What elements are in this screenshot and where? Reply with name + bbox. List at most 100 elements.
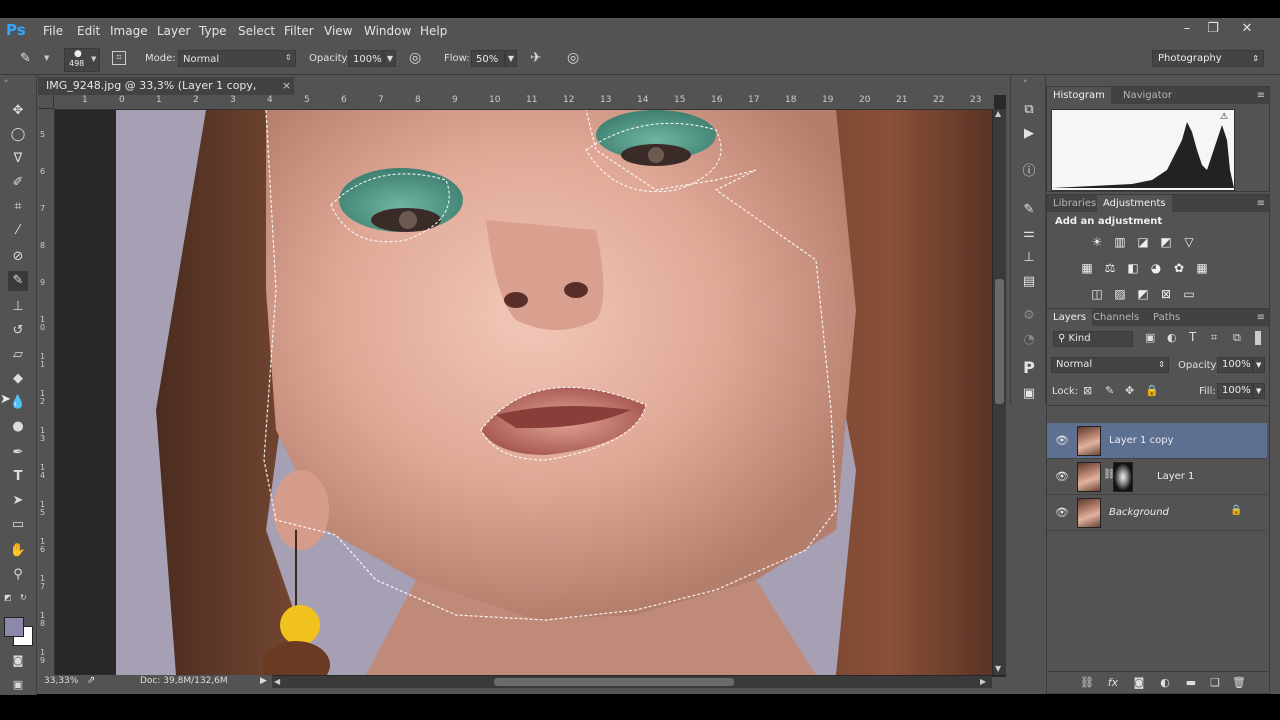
layer-opacity-chevron-icon[interactable]: ▼ bbox=[1253, 357, 1265, 373]
tab-adjustments[interactable]: Adjustments bbox=[1097, 195, 1172, 212]
brightness-contrast-icon[interactable]: ☀ bbox=[1089, 235, 1105, 249]
menu-layer[interactable]: Layer bbox=[157, 24, 190, 38]
hue-saturation-icon[interactable]: ▦ bbox=[1079, 261, 1095, 275]
horizontal-scroll-thumb[interactable] bbox=[494, 678, 734, 686]
selective-color-icon[interactable]: ⊠ bbox=[1158, 287, 1174, 301]
layer-row-layer-1[interactable]: 👁 ⛓ Layer 1 bbox=[1047, 459, 1267, 495]
pen-tool-icon[interactable]: ✒ bbox=[8, 443, 28, 463]
lasso-tool-icon[interactable]: ᐁ bbox=[8, 149, 28, 169]
threshold-icon[interactable]: ◩ bbox=[1135, 287, 1151, 301]
menu-image[interactable]: Image bbox=[110, 24, 148, 38]
filter-smart-object-icon[interactable]: ⧉ bbox=[1233, 331, 1241, 345]
visibility-eye-icon[interactable]: 👁 bbox=[1055, 506, 1069, 519]
tool-preset-chevron-icon[interactable]: ▼ bbox=[44, 54, 49, 62]
image-canvas[interactable] bbox=[116, 110, 992, 675]
ruler-origin[interactable] bbox=[38, 95, 54, 109]
brush-tool-active-icon[interactable]: ✎ bbox=[8, 271, 28, 291]
scroll-left-icon[interactable]: ◀ bbox=[274, 677, 280, 686]
levels-icon[interactable]: ▥ bbox=[1112, 235, 1128, 249]
paint-bucket-tool-icon[interactable]: ◆ bbox=[8, 369, 28, 389]
screen-mode-icon[interactable]: ▣ bbox=[8, 675, 28, 695]
lock-image-icon[interactable]: ✎ bbox=[1105, 384, 1114, 397]
flow-input[interactable]: 50% bbox=[471, 50, 505, 67]
menu-window[interactable]: Window bbox=[364, 24, 411, 38]
expand-arrows-icon[interactable]: « bbox=[1023, 77, 1027, 85]
menu-filter[interactable]: Filter bbox=[284, 24, 314, 38]
info-panel-icon[interactable]: ⓘ bbox=[1020, 163, 1038, 181]
layer-mask-thumbnail[interactable] bbox=[1113, 462, 1133, 492]
filter-pixel-icon[interactable]: ▣ bbox=[1145, 331, 1155, 344]
menu-help[interactable]: Help bbox=[420, 24, 447, 38]
channel-mixer-icon[interactable]: ✿ bbox=[1171, 261, 1187, 275]
layer-name[interactable]: Background bbox=[1109, 507, 1169, 518]
panel-menu-icon[interactable]: ≡ bbox=[1257, 198, 1265, 209]
gradient-map-icon[interactable]: ▭ bbox=[1181, 287, 1197, 301]
filter-adjustment-icon[interactable]: ◐ bbox=[1167, 331, 1177, 344]
type-tool-icon[interactable]: T bbox=[8, 467, 28, 487]
mode-select[interactable]: Normal bbox=[178, 50, 296, 67]
close-button[interactable]: ✕ bbox=[1236, 20, 1258, 38]
crop-tool-icon[interactable]: ⌗ bbox=[8, 197, 28, 217]
tool-presets-icon[interactable]: ▤ bbox=[1020, 273, 1038, 291]
menu-select[interactable]: Select bbox=[238, 24, 275, 38]
character-panel-icon[interactable]: ▣ bbox=[1020, 385, 1038, 403]
visibility-eye-icon[interactable]: 👁 bbox=[1055, 434, 1069, 447]
delete-layer-icon[interactable]: 🗑 bbox=[1230, 676, 1248, 690]
quick-mask-icon[interactable]: ◙ bbox=[8, 651, 28, 671]
tab-layers[interactable]: Layers bbox=[1047, 309, 1093, 326]
close-tab-icon[interactable]: × bbox=[282, 77, 291, 95]
zoom-level[interactable]: 33,33% bbox=[44, 676, 78, 686]
scroll-up-icon[interactable]: ▲ bbox=[995, 109, 1001, 118]
zoom-tool-icon[interactable]: ⚲ bbox=[8, 565, 28, 585]
opacity-slider-chevron-icon[interactable]: ▼ bbox=[384, 50, 396, 67]
fill-input[interactable]: 100% bbox=[1217, 383, 1253, 399]
curves-icon[interactable]: ◪ bbox=[1135, 235, 1151, 249]
invert-icon[interactable]: ◫ bbox=[1089, 287, 1105, 301]
pressure-size-icon[interactable]: ◎ bbox=[567, 50, 579, 66]
panel-menu-icon[interactable]: ≡ bbox=[1257, 312, 1265, 323]
tab-libraries[interactable]: Libraries bbox=[1047, 195, 1102, 212]
posterize-icon[interactable]: ▨ bbox=[1112, 287, 1128, 301]
scroll-right-icon[interactable]: ▶ bbox=[980, 677, 986, 686]
marquee-tool-icon[interactable]: ◯ bbox=[8, 125, 28, 145]
layer-name[interactable]: Layer 1 bbox=[1157, 471, 1194, 482]
vertical-ruler[interactable]: 5 6 7 8 9 10 11 12 13 14 15 16 17 18 19 bbox=[38, 109, 55, 675]
layer-opacity-input[interactable]: 100% bbox=[1217, 357, 1253, 373]
dodge-tool-icon[interactable]: ● bbox=[8, 417, 28, 437]
photo-filter-icon[interactable]: ◕ bbox=[1148, 261, 1164, 275]
menu-type[interactable]: Type bbox=[199, 24, 227, 38]
lock-transparent-icon[interactable]: ⊠ bbox=[1083, 384, 1092, 397]
panel-menu-icon[interactable]: ≡ bbox=[1257, 90, 1265, 101]
brush-preset-picker[interactable]: ● 498 ▼ bbox=[64, 48, 100, 72]
pressure-opacity-icon[interactable]: ◎ bbox=[409, 50, 421, 66]
history-brush-tool-icon[interactable]: ↺ bbox=[8, 321, 28, 341]
color-lookup-icon[interactable]: ▦ bbox=[1194, 261, 1210, 275]
workspace-select[interactable]: Photography ⇕ bbox=[1152, 50, 1264, 67]
brush-tool-icon[interactable]: ✎ bbox=[20, 51, 31, 66]
vibrance-icon[interactable]: ▽ bbox=[1181, 235, 1197, 249]
layer-name[interactable]: Layer 1 copy bbox=[1109, 435, 1173, 446]
lock-all-icon[interactable]: 🔒 bbox=[1145, 384, 1159, 397]
warning-icon[interactable]: ⚠ bbox=[1220, 112, 1228, 122]
brush-presets-icon[interactable]: ⚌ bbox=[1020, 225, 1038, 243]
blur-tool-icon[interactable]: 💧 bbox=[8, 393, 28, 413]
flow-slider-chevron-icon[interactable]: ▼ bbox=[505, 50, 517, 67]
layer-row-layer-1-copy[interactable]: 👁 Layer 1 copy bbox=[1047, 423, 1267, 459]
filter-type-icon[interactable]: T bbox=[1189, 330, 1196, 344]
tab-channels[interactable]: Channels bbox=[1087, 309, 1145, 326]
history-panel-icon[interactable]: ⧉ bbox=[1020, 101, 1038, 119]
vertical-scroll-thumb[interactable] bbox=[995, 279, 1004, 404]
add-mask-icon[interactable]: ◙ bbox=[1130, 676, 1148, 690]
export-icon[interactable]: ⇗ bbox=[87, 675, 95, 686]
fill-chevron-icon[interactable]: ▼ bbox=[1253, 383, 1265, 399]
layer-filter-select[interactable]: ⚲ Kind bbox=[1053, 331, 1133, 347]
document-tab[interactable]: IMG_9248.jpg @ 33,3% (Layer 1 copy, RGB/… bbox=[38, 77, 294, 110]
exposure-icon[interactable]: ◩ bbox=[1158, 235, 1174, 249]
default-colors-icon[interactable]: ◩ bbox=[4, 593, 12, 602]
filter-toggle[interactable] bbox=[1255, 331, 1261, 345]
horizontal-ruler[interactable]: 1 0 1 2 3 4 5 6 7 8 9 10 11 12 13 14 15 16 17 18 19 20 21 22 23 bbox=[54, 95, 994, 110]
menu-edit[interactable]: Edit bbox=[77, 24, 100, 38]
hand-tool-icon[interactable]: ✋ bbox=[8, 541, 28, 561]
quick-selection-tool-icon[interactable]: ✐ bbox=[8, 173, 28, 193]
brush-panel-icon[interactable]: ✎ bbox=[1020, 201, 1038, 219]
